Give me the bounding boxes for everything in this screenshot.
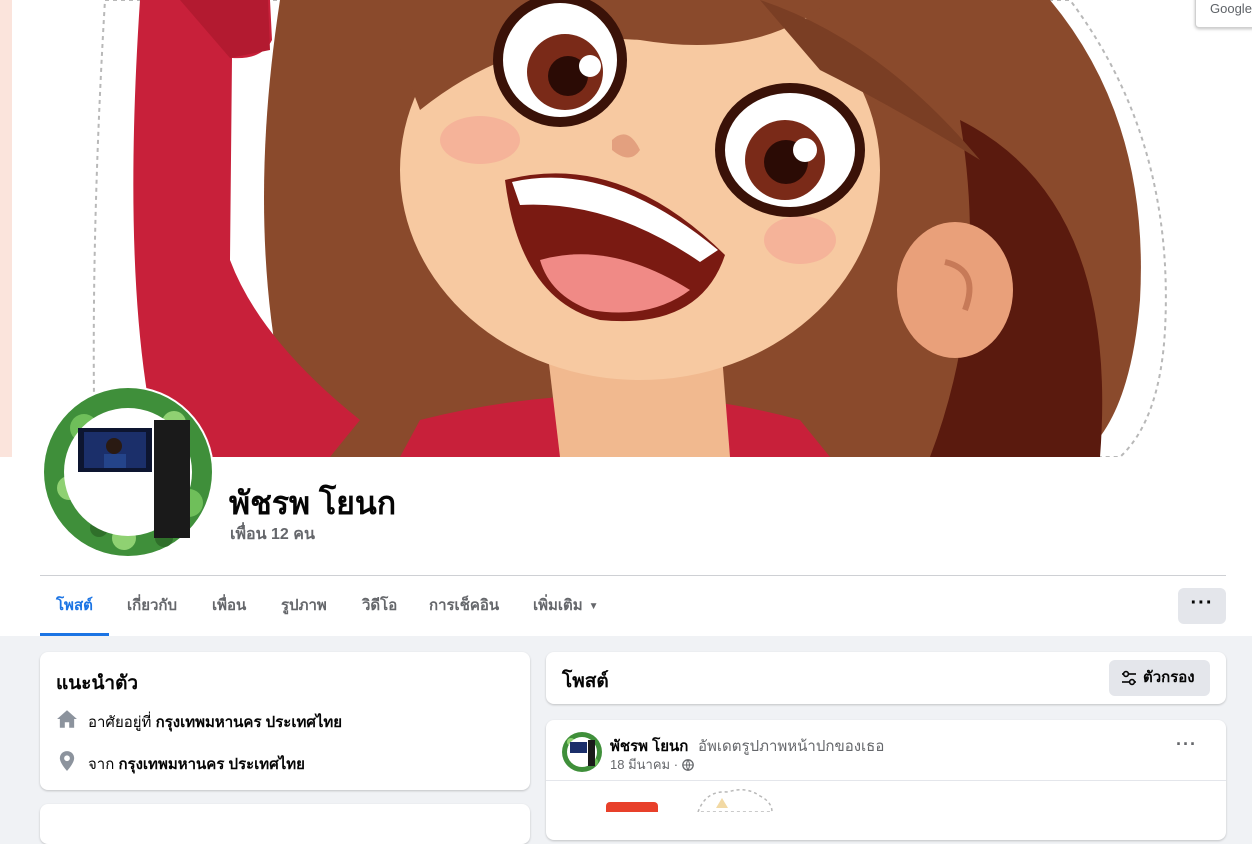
post-menu-button[interactable]: ···: [1176, 734, 1206, 764]
more-options-icon: ···: [1190, 592, 1214, 614]
intro-title: แนะนำตัว: [56, 673, 139, 694]
profile-avatar[interactable]: [42, 386, 214, 558]
tab-more[interactable]: เพิ่มเติม ▼: [517, 584, 615, 636]
post-card: พัชรพ โยนก อัพเดตรูปภาพหน้าปกของเธอ 18 ม…: [546, 720, 1226, 840]
tab-label: การเช็คอิน: [429, 597, 500, 614]
more-options-button[interactable]: ···: [1178, 588, 1226, 624]
tab-checkins[interactable]: การเช็คอิน: [413, 584, 515, 636]
tab-photos[interactable]: รูปภาพ: [265, 584, 343, 636]
location-pin-icon: [59, 751, 75, 771]
friends-count[interactable]: เพื่อน 12 คน: [230, 522, 315, 547]
tab-about[interactable]: เกี่ยวกับ: [111, 584, 193, 636]
tab-label: โพสต์: [56, 597, 93, 614]
tab-label: รูปภาพ: [281, 597, 327, 614]
tab-label: เพิ่มเติม: [533, 597, 583, 614]
tab-label: เพื่อน: [212, 597, 247, 614]
home-icon: [57, 710, 77, 728]
tab-friends[interactable]: เพื่อน: [196, 584, 262, 636]
intro-lives-in-place[interactable]: กรุงเทพมหานคร ประเทศไทย: [156, 714, 342, 731]
photos-card: [40, 804, 530, 844]
globe-icon[interactable]: [681, 759, 694, 771]
tab-label: วิดีโอ: [362, 597, 398, 614]
post-date[interactable]: 18 มีนาคม: [610, 757, 670, 772]
tab-posts[interactable]: โพสต์: [40, 584, 109, 636]
tab-videos[interactable]: วิดีโอ: [346, 584, 413, 636]
avatar-image: [44, 388, 212, 556]
profile-header: Google พัชรพ โยนก เพื่อน 12 คน โพสต์ เกี…: [0, 0, 1252, 636]
post-divider: [546, 780, 1226, 781]
tab-divider: [40, 575, 1226, 576]
filter-label: ตัวกรอง: [1143, 669, 1195, 686]
filter-sliders-icon: [1122, 670, 1136, 686]
post-action-text: อัพเดตรูปภาพหน้าปกของเธอ: [698, 738, 885, 755]
filter-button[interactable]: ตัวกรอง: [1109, 660, 1210, 696]
intro-from-prefix: จาก: [88, 756, 115, 773]
caret-down-icon: ▼: [588, 601, 599, 612]
intro-from-place[interactable]: กรุงเทพมหานคร ประเทศไทย: [118, 756, 304, 773]
posts-header-card: โพสต์ ตัวกรอง: [546, 652, 1226, 704]
google-translate-chip[interactable]: Google: [1195, 0, 1252, 28]
post-menu-icon: ···: [1176, 734, 1197, 754]
post-author-avatar[interactable]: [562, 732, 602, 772]
google-label: Google: [1210, 1, 1252, 16]
posts-title: โพสต์: [562, 671, 609, 692]
post-meta: 18 มีนาคม ·: [610, 754, 694, 775]
intro-card: แนะนำตัว อาศัยอยู่ที่ กรุงเทพมหานคร ประเ…: [40, 652, 530, 790]
intro-lives-in-prefix: อาศัยอยู่ที่: [88, 714, 152, 731]
post-meta-separator: ·: [673, 757, 679, 772]
tab-label: เกี่ยวกับ: [127, 597, 178, 614]
